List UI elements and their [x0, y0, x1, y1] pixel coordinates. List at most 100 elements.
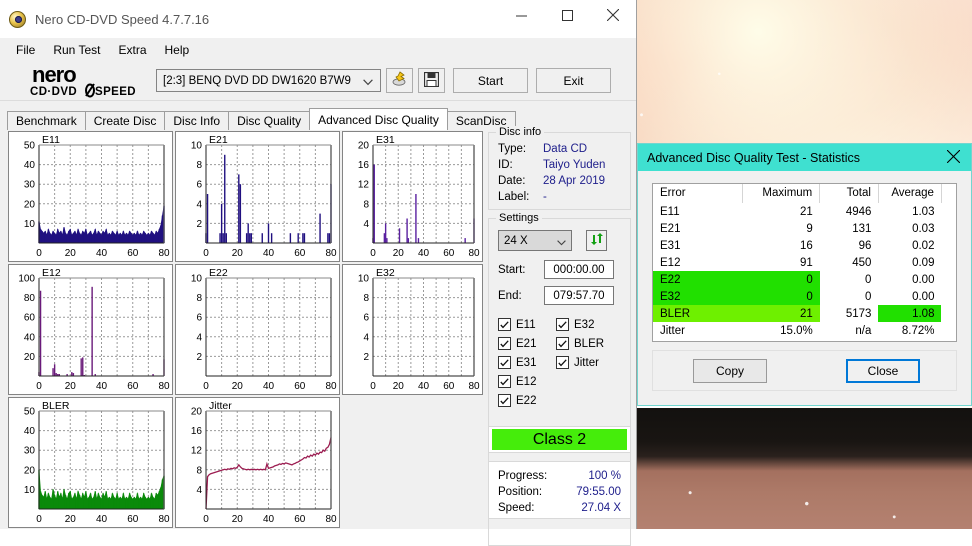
svg-text:20: 20 — [65, 381, 77, 392]
svg-text:80: 80 — [325, 248, 337, 259]
checkmark-icon — [498, 394, 511, 407]
progress-row-position: Position: 79:55.00 — [498, 484, 621, 500]
nero-cd-dvd-speed-window: Nero CD-DVD Speed 4.7.7.16 File Run Test… — [0, 0, 637, 529]
checkbox-e21-label: E21 — [516, 338, 536, 350]
drive-select[interactable]: [2:3] BENQ DVD DD DW1620 B7W9 — [156, 69, 381, 92]
close-dialog-button[interactable]: Close — [846, 359, 920, 383]
copy-button[interactable]: Copy — [693, 359, 767, 383]
table-row[interactable]: Jitter15.0%n/a8.72% — [653, 322, 956, 339]
minimize-button[interactable] — [498, 0, 544, 30]
maximize-button[interactable] — [544, 0, 590, 30]
disc-info-key-label: Label: — [498, 189, 543, 205]
svg-text:100: 100 — [18, 274, 35, 285]
col-error[interactable]: Error — [653, 184, 742, 203]
svg-text:4: 4 — [196, 332, 202, 343]
checkbox-e31[interactable]: E31 — [498, 356, 556, 369]
disc-info-value-id: Taiyo Yuden — [543, 157, 605, 173]
chevron-down-icon — [363, 77, 373, 89]
checkbox-e12[interactable]: E12 — [498, 375, 556, 388]
svg-text:80: 80 — [325, 514, 337, 525]
tab-advanced-disc-quality[interactable]: Advanced Disc Quality — [309, 108, 448, 130]
svg-text:50: 50 — [24, 407, 36, 418]
progress-row-progress: Progress: 100 % — [498, 468, 621, 484]
svg-text:40: 40 — [418, 381, 430, 392]
svg-text:20: 20 — [24, 465, 36, 476]
svg-text:10: 10 — [191, 274, 203, 285]
svg-text:10: 10 — [24, 485, 36, 496]
table-row[interactable]: E32000.00 — [653, 288, 956, 305]
menu-run-test[interactable]: Run Test — [44, 40, 109, 60]
checkbox-jitter[interactable]: Jitter — [556, 356, 626, 369]
chevron-down-icon — [557, 237, 566, 249]
tab-benchmark[interactable]: Benchmark — [7, 111, 86, 130]
statistics-close-button[interactable] — [935, 144, 971, 171]
statistics-dialog: Advanced Disc Quality Test - Statistics … — [637, 143, 972, 406]
table-row[interactable]: E12914500.09 — [653, 254, 956, 271]
menubar: File Run Test Extra Help — [0, 38, 636, 61]
checkbox-e21[interactable]: E21 — [498, 337, 556, 350]
svg-text:80: 80 — [468, 248, 480, 259]
statistics-dialog-titlebar: Advanced Disc Quality Test - Statistics — [638, 144, 971, 171]
col-maximum[interactable]: Maximum — [742, 184, 819, 203]
svg-text:40: 40 — [263, 248, 275, 259]
chart-e12: E1220406080100020406080 — [8, 264, 173, 395]
table-row[interactable]: E2191310.03 — [653, 220, 956, 237]
svg-text:20: 20 — [24, 199, 36, 210]
checkbox-e22[interactable]: E22 — [498, 394, 556, 407]
tab-disc-info[interactable]: Disc Info — [164, 111, 229, 130]
svg-text:12: 12 — [191, 446, 203, 457]
close-button[interactable] — [590, 0, 636, 30]
speed-select-value: 24 X — [504, 235, 528, 247]
svg-text:40: 40 — [24, 426, 36, 437]
checkbox-e32[interactable]: E32 — [556, 318, 626, 331]
tab-disc-quality[interactable]: Disc Quality — [228, 111, 310, 130]
menu-file[interactable]: File — [7, 40, 44, 60]
disc-info-row-id: ID: Taiyo Yuden — [498, 157, 630, 173]
start-button[interactable]: Start — [453, 68, 528, 93]
svg-text:8: 8 — [196, 465, 202, 476]
refresh-button[interactable] — [586, 230, 607, 251]
cell-total: 5173 — [820, 305, 879, 322]
table-row[interactable]: E3116960.02 — [653, 237, 956, 254]
checkmark-icon — [556, 337, 569, 350]
checkbox-bler[interactable]: BLER — [556, 337, 626, 350]
window-controls — [498, 0, 636, 30]
save-button[interactable] — [418, 68, 445, 93]
svg-text:20: 20 — [65, 248, 77, 259]
table-row[interactable]: BLER2151731.08 — [653, 305, 956, 322]
cell-average: 8.72% — [878, 322, 941, 339]
svg-text:20: 20 — [393, 248, 405, 259]
svg-text:4: 4 — [196, 485, 202, 496]
start-input[interactable]: 000:00.00 — [544, 260, 614, 279]
svg-text:16: 16 — [358, 160, 370, 171]
nero-logo: nero CD·DVD SPEED — [6, 63, 156, 99]
eject-disc-button[interactable] — [386, 68, 413, 93]
disc-info-key-type: Type: — [498, 141, 543, 157]
eject-disc-icon — [391, 71, 408, 91]
tab-create-disc[interactable]: Create Disc — [85, 111, 166, 130]
speed-value: 27.04 X — [581, 500, 621, 516]
svg-text:8: 8 — [363, 199, 369, 210]
menu-extra[interactable]: Extra — [109, 40, 155, 60]
cell-average: 0.03 — [878, 220, 941, 237]
svg-text:20: 20 — [24, 352, 36, 363]
speed-select[interactable]: 24 X — [498, 230, 572, 251]
cell-spacer — [941, 220, 956, 237]
svg-text:80: 80 — [158, 248, 170, 259]
table-row[interactable]: E22000.00 — [653, 271, 956, 288]
cell-error: E12 — [653, 254, 742, 271]
exit-button[interactable]: Exit — [536, 68, 611, 93]
svg-text:80: 80 — [325, 381, 337, 392]
checkbox-e11[interactable]: E11 — [498, 318, 556, 331]
menu-help[interactable]: Help — [156, 40, 199, 60]
svg-text:nero: nero — [32, 63, 76, 87]
disc-info-key-date: Date: — [498, 173, 543, 189]
progress-row-speed: Speed: 27.04 X — [498, 500, 621, 516]
statistics-table: Error Maximum Total Average E112149461.0… — [653, 184, 956, 339]
svg-text:80: 80 — [158, 514, 170, 525]
table-row[interactable]: E112149461.03 — [653, 203, 956, 220]
progress-label: Progress: — [498, 468, 547, 484]
col-total[interactable]: Total — [820, 184, 879, 203]
col-average[interactable]: Average — [878, 184, 941, 203]
end-input[interactable]: 079:57.70 — [544, 286, 614, 305]
